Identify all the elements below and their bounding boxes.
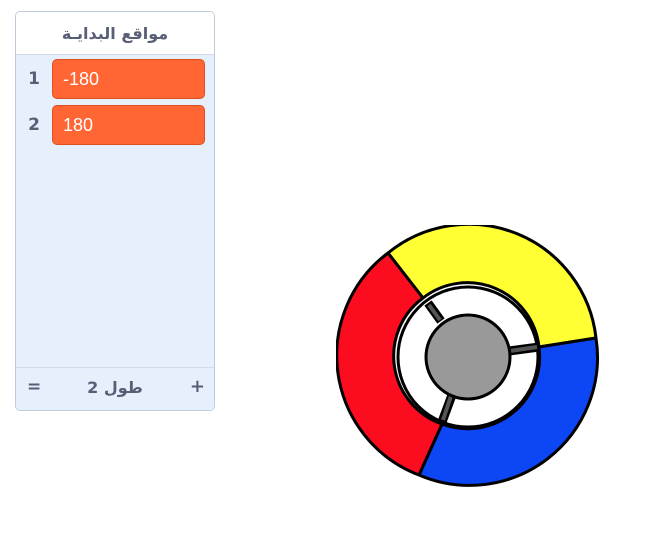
list-title: مواقع البدايـة (16, 12, 214, 55)
wheel-sprite[interactable] (336, 225, 600, 489)
list-item-index: 2 (28, 115, 40, 135)
list-length-label: طول 2 (87, 378, 143, 397)
list-monitor: مواقع البدايـة 1 -180 2 180 = طول 2 + (15, 11, 215, 411)
list-item: 2 180 (16, 103, 214, 147)
list-body: 1 -180 2 180 (16, 55, 214, 368)
list-item-value[interactable]: -180 (52, 59, 205, 99)
stage: مواقع البدايـة 1 -180 2 180 = طول 2 + (0, 0, 648, 552)
wheel-hub (424, 313, 512, 401)
list-footer: = طول 2 + (16, 367, 214, 410)
list-item-index: 1 (28, 69, 40, 89)
add-item-button[interactable]: + (190, 376, 205, 397)
list-item: 1 -180 (16, 57, 214, 101)
list-item-value[interactable]: 180 (52, 105, 205, 145)
